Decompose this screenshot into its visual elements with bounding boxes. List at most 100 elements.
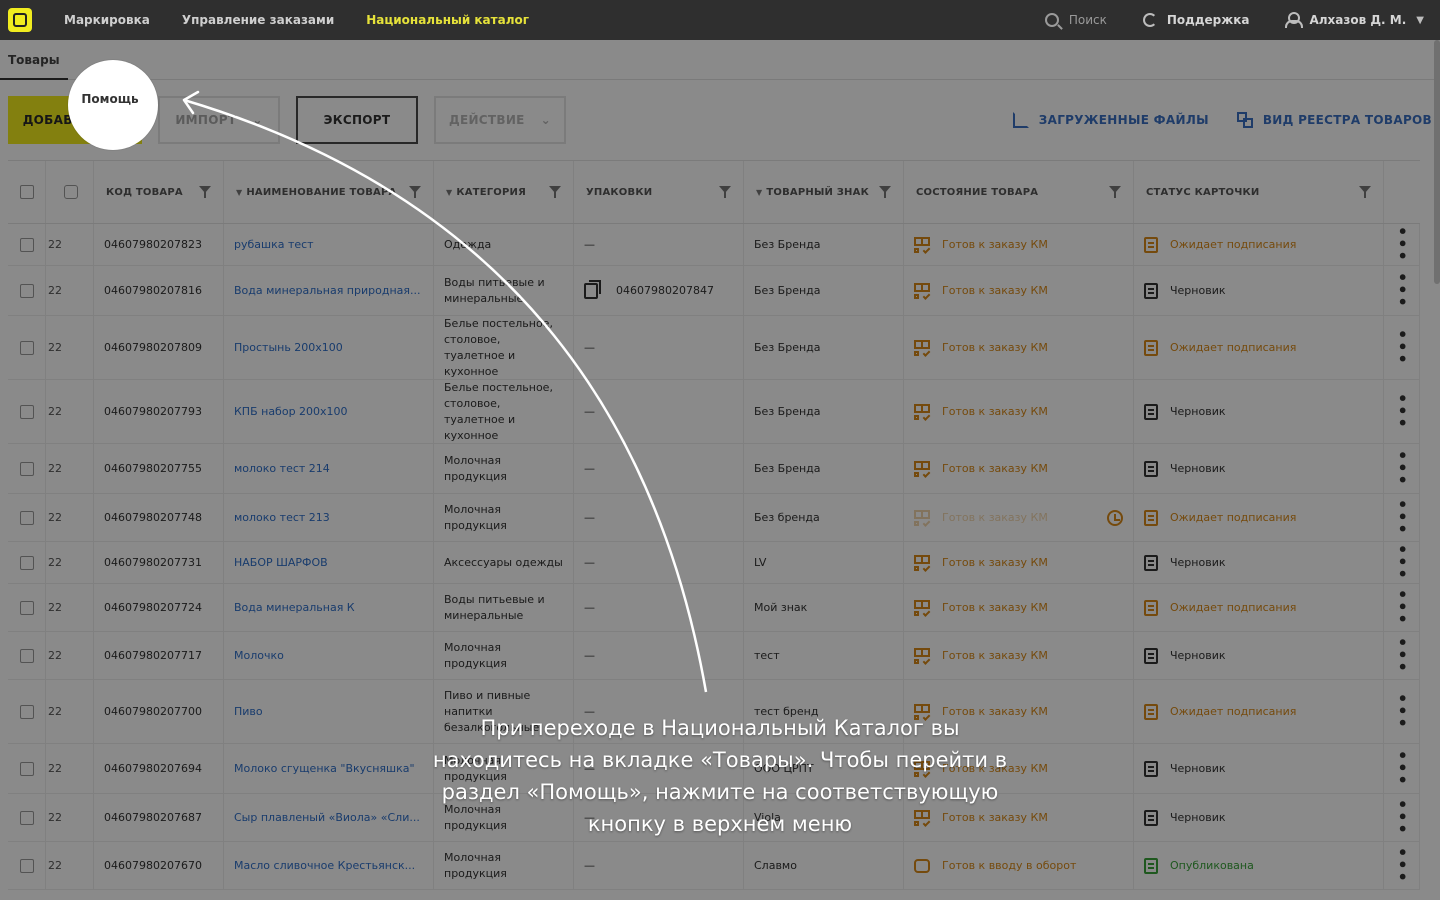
copy-icon[interactable]: [584, 279, 601, 299]
row-checkbox[interactable]: [19, 648, 34, 663]
row-menu-button[interactable]: •••: [1384, 316, 1420, 379]
row-checkbox[interactable]: [19, 810, 34, 825]
row-checkbox[interactable]: [19, 704, 34, 719]
row-menu-button[interactable]: •••: [1384, 794, 1420, 841]
goods-name-link[interactable]: Сыр плавленый «Виола» «Сли...: [224, 794, 434, 841]
row-select: [8, 744, 46, 793]
table-row[interactable]: 22 04607980207793 КПБ набор 200х100 Белье п…: [8, 380, 1420, 444]
import-button-label: ИМПОРТ: [175, 113, 237, 127]
header-brand[interactable]: ▼ ТОВАРНЫЙ ЗНАК: [744, 161, 904, 223]
goods-name-link[interactable]: Молоко сгущенка "Вкусняшка": [224, 744, 434, 793]
pack-value: —: [584, 510, 595, 524]
clock-icon[interactable]: [1107, 509, 1123, 526]
row-checkbox[interactable]: [19, 237, 34, 252]
status-label: Черновик: [1170, 461, 1226, 475]
scrollbar[interactable]: [1434, 40, 1440, 284]
filter-icon[interactable]: [549, 186, 561, 198]
row-menu-button[interactable]: •••: [1384, 584, 1420, 631]
goods-name-link[interactable]: КПБ набор 200х100: [224, 380, 434, 443]
header-state-label: СОСТОЯНИЕ ТОВАРА: [916, 186, 1039, 198]
document-icon: [1144, 857, 1158, 874]
row-checkbox[interactable]: [19, 461, 34, 476]
goods-name-link[interactable]: молоко тест 213: [224, 494, 434, 541]
header-category[interactable]: ▼ КАТЕГОРИЯ: [434, 161, 574, 223]
more-vertical-icon: •••: [1392, 393, 1412, 430]
header-code[interactable]: КОД ТОВАРА: [94, 161, 224, 223]
row-menu-button[interactable]: •••: [1384, 444, 1420, 493]
table-row[interactable]: 22 04607980207748 молоко тест 213 Молочная …: [8, 494, 1420, 542]
row-checkbox[interactable]: [19, 283, 34, 298]
filter-icon[interactable]: [199, 186, 211, 198]
calendar-icon[interactable]: [63, 185, 78, 199]
import-button[interactable]: ИМПОРТ ⌄: [158, 96, 280, 144]
add-button[interactable]: ДОБАВИТЬ ⌄: [8, 96, 142, 144]
filter-icon[interactable]: [719, 186, 731, 198]
row-menu-button[interactable]: •••: [1384, 680, 1420, 743]
row-checkbox[interactable]: [19, 555, 34, 570]
app-logo-icon[interactable]: [8, 8, 32, 32]
goods-name-link[interactable]: рубашка тест: [224, 224, 434, 265]
more-vertical-icon: •••: [1392, 329, 1412, 366]
goods-name-link[interactable]: Молочко: [224, 632, 434, 679]
goods-name-link[interactable]: молоко тест 214: [224, 444, 434, 493]
header-state[interactable]: СОСТОЯНИЕ ТОВАРА: [904, 161, 1134, 223]
table-row[interactable]: 22 04607980207717 Молочко Молочная продукци…: [8, 632, 1420, 680]
goods-name-link[interactable]: Вода минеральная К: [224, 584, 434, 631]
row-menu-button[interactable]: •••: [1384, 224, 1420, 265]
select-all-checkbox[interactable]: [19, 185, 34, 199]
status-label: Ожидает подписания: [1170, 704, 1297, 718]
table-row[interactable]: 22 04607980207724 Вода минеральная К Воды п…: [8, 584, 1420, 632]
uploaded-files-link[interactable]: ЗАГРУЖЕННЫЕ ФАЙЛЫ: [1012, 112, 1209, 128]
pack-value: —: [584, 404, 595, 418]
chevron-down-icon: ⌄: [116, 113, 128, 127]
row-menu-button[interactable]: •••: [1384, 266, 1420, 315]
row-menu-button[interactable]: •••: [1384, 744, 1420, 793]
filter-icon[interactable]: [1109, 186, 1121, 198]
goods-name-link[interactable]: Вода минеральная природная...: [224, 266, 434, 315]
goods-brand: Славмо: [744, 842, 904, 889]
table-row[interactable]: 22 04607980207731 НАБОР ШАРФОВ Аксессуары о…: [8, 542, 1420, 584]
row-menu-button[interactable]: •••: [1384, 380, 1420, 443]
row-menu-button[interactable]: •••: [1384, 542, 1420, 583]
nav-catalog[interactable]: Национальный каталог: [366, 13, 529, 27]
card-status: Ожидает подписания: [1134, 584, 1384, 631]
goods-name-link[interactable]: Простынь 200х100: [224, 316, 434, 379]
row-menu-button[interactable]: •••: [1384, 842, 1420, 889]
goods-name-link[interactable]: НАБОР ШАРФОВ: [224, 542, 434, 583]
nav-orders[interactable]: Управление заказами: [182, 13, 334, 27]
user-menu[interactable]: Алхазов Д. М. ▼: [1285, 12, 1424, 28]
row-checkbox[interactable]: [19, 510, 34, 525]
header-status[interactable]: СТАТУС КАРТОЧКИ: [1134, 161, 1384, 223]
table-row[interactable]: 22 04607980207670 Масло сливочное Крестьян…: [8, 842, 1420, 890]
goods-category: Молочная продукция: [434, 632, 574, 679]
state-wrap: Готов к заказу КМ: [914, 509, 1048, 527]
row-checkbox[interactable]: [19, 858, 34, 873]
export-button[interactable]: ЭКСПОРТ: [296, 96, 418, 144]
header-name[interactable]: ▼ НАИМЕНОВАНИЕ ТОВАРА: [224, 161, 434, 223]
table-row[interactable]: 22 04607980207809 Простынь 200х100 Белье по…: [8, 316, 1420, 380]
goods-name-link[interactable]: Масло сливочное Крестьянск...: [224, 842, 434, 889]
row-checkbox[interactable]: [19, 404, 34, 419]
filter-icon[interactable]: [1359, 186, 1371, 198]
table-row[interactable]: 22 04607980207823 рубашка тест Одежда — Без Б…: [8, 224, 1420, 266]
support-button[interactable]: Поддержка: [1142, 13, 1249, 27]
action-button[interactable]: ДЕЙСТВИЕ ⌄: [434, 96, 566, 144]
nav-marking[interactable]: Маркировка: [64, 13, 150, 27]
registry-view-link[interactable]: ВИД РЕЕСТРА ТОВАРОВ: [1236, 112, 1432, 128]
goods-name-link[interactable]: Пиво: [224, 680, 434, 743]
header-pack[interactable]: УПАКОВКИ: [574, 161, 744, 223]
status-badge: Ожидает подписания: [1144, 339, 1296, 356]
filter-icon[interactable]: [879, 186, 891, 198]
table-row[interactable]: 22 04607980207755 молоко тест 214 Молочная …: [8, 444, 1420, 494]
row-checkbox[interactable]: [19, 600, 34, 615]
filter-icon[interactable]: [409, 186, 421, 198]
row-menu-button[interactable]: •••: [1384, 494, 1420, 541]
table-row[interactable]: 22 04607980207816 Вода минеральная природн…: [8, 266, 1420, 316]
goods-name: молоко тест 213: [234, 510, 330, 524]
row-checkbox[interactable]: [19, 340, 34, 355]
search-button[interactable]: Поиск: [1044, 13, 1107, 27]
status-label: Черновик: [1170, 555, 1226, 569]
row-checkbox[interactable]: [19, 761, 34, 776]
row-menu-button[interactable]: •••: [1384, 632, 1420, 679]
tab-goods[interactable]: Товары: [0, 40, 68, 80]
